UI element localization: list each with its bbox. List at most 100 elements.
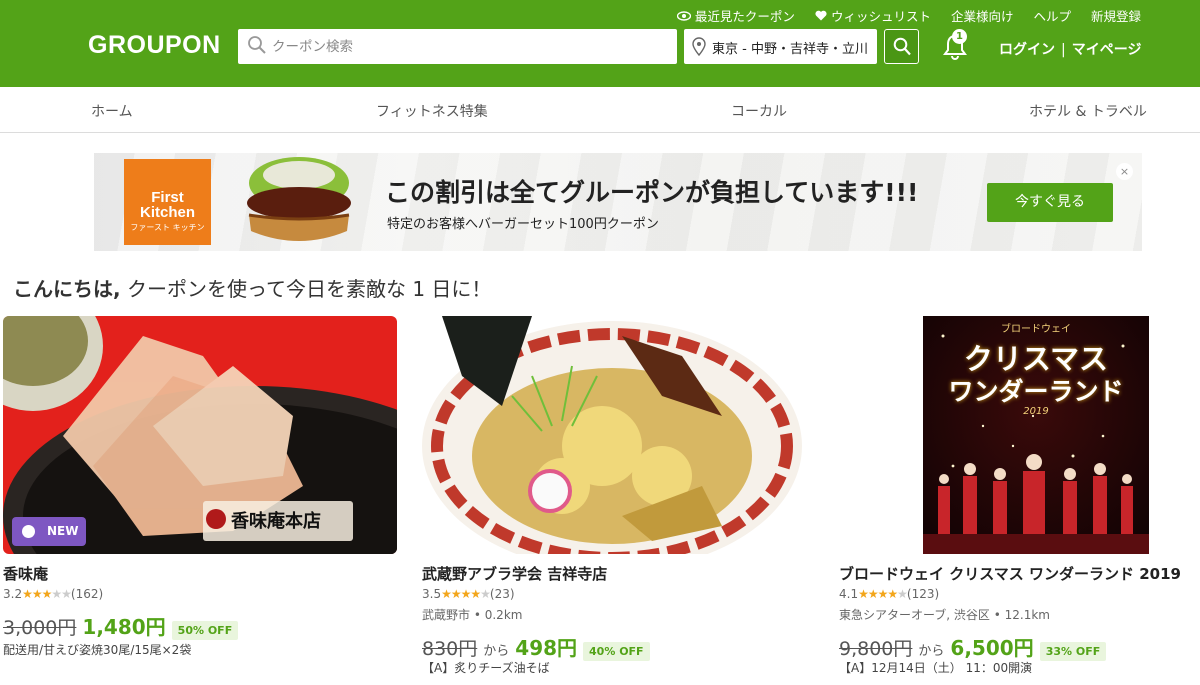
star-icon: ★ bbox=[441, 587, 452, 601]
star-rating: ★★★★★ bbox=[441, 587, 491, 601]
poster-top-text: ブロードウェイ bbox=[1001, 324, 1071, 335]
deal-rating: 3.2★★★★★(162) bbox=[3, 587, 103, 601]
discount-badge: 40% OFF bbox=[583, 642, 650, 661]
star-icon: ★ bbox=[450, 587, 462, 601]
deal-location: 東急シアターオーブ, 渋谷区 • 12.1km bbox=[839, 608, 1050, 622]
location-text: 東京 - 中野・吉祥寺・立川 bbox=[712, 42, 868, 57]
business-link[interactable]: 企業様向け bbox=[951, 6, 1014, 25]
nav-item-hotel-travel[interactable]: ホテル & トラベル bbox=[1029, 101, 1147, 121]
distance: 0.2km bbox=[484, 608, 523, 622]
close-icon[interactable]: × bbox=[1116, 163, 1133, 180]
rating-value: 4.1 bbox=[839, 587, 859, 601]
signup-link[interactable]: 新規登録 bbox=[1091, 6, 1141, 25]
burger-image bbox=[247, 157, 351, 241]
abura-soba-image bbox=[422, 316, 816, 554]
original-price: 3,000円 bbox=[3, 617, 77, 639]
review-count: (123) bbox=[906, 587, 940, 601]
star-icon: ★ bbox=[31, 587, 43, 601]
from-label: から bbox=[483, 644, 510, 659]
sale-price: 498円 bbox=[515, 636, 578, 660]
nav-item-local[interactable]: コーカル bbox=[731, 101, 787, 121]
star-icon: ★ bbox=[858, 587, 869, 601]
search-icon bbox=[248, 36, 266, 54]
deal-image-broadway[interactable]: ブロードウェイ クリスマス ワンダーランド 2019 bbox=[923, 316, 1149, 554]
greeting: こんにちは, クーポンを使って今日を素敵な 1 日に！ bbox=[13, 273, 491, 302]
wishlist-label: ウィッシュリスト bbox=[830, 9, 931, 24]
star-icon: ★ bbox=[877, 587, 889, 601]
promo-banner[interactable]: First Kitchen ファースト キッチン この割引は全てグルーポンが負担し… bbox=[94, 153, 1142, 251]
review-count: (23) bbox=[489, 587, 515, 601]
shop-name-overlay: 香味庵本店 bbox=[231, 511, 321, 532]
star-icon: ★ bbox=[460, 587, 472, 601]
deal-price: 9,800円 から 6,500円 33% OFF bbox=[839, 632, 1107, 661]
brand-line2: Kitchen bbox=[139, 204, 195, 221]
star-rating: ★★★★★ bbox=[22, 587, 72, 601]
original-price: 830円 bbox=[422, 638, 478, 660]
star-icon: ★ bbox=[61, 587, 72, 601]
star-icon: ★ bbox=[51, 587, 62, 601]
search-button[interactable] bbox=[884, 29, 919, 64]
search-box bbox=[238, 29, 677, 64]
deal-title[interactable]: ブロードウェイ クリスマス ワンダーランド 2019 bbox=[839, 563, 1181, 584]
poster-year: 2019 bbox=[1023, 406, 1049, 417]
recently-viewed-link[interactable]: 最近見たクーポン bbox=[676, 6, 795, 25]
star-icon: ★ bbox=[22, 587, 33, 601]
nav-item-fitness[interactable]: フィットネス特集 bbox=[376, 101, 488, 121]
location-selector[interactable]: 東京 - 中野・吉祥寺・立川 bbox=[684, 29, 877, 64]
deal-description: 【A】12月14日（土） 11：00開演 bbox=[839, 661, 1033, 675]
star-icon: ★ bbox=[41, 587, 53, 601]
new-badge-label: NEW bbox=[47, 524, 79, 538]
location-name: 武蔵野市 bbox=[422, 608, 471, 622]
deal-title[interactable]: 香味庵 bbox=[3, 563, 48, 584]
search-icon bbox=[893, 37, 911, 56]
nav-item-home[interactable]: ホーム bbox=[91, 101, 133, 121]
star-icon: ★ bbox=[470, 587, 481, 601]
from-label: から bbox=[918, 644, 945, 659]
search-input[interactable] bbox=[272, 29, 667, 64]
help-link[interactable]: ヘルプ bbox=[1033, 6, 1071, 25]
star-icon: ★ bbox=[480, 587, 491, 601]
new-badge: NEW bbox=[12, 517, 86, 546]
review-count: (162) bbox=[70, 587, 104, 601]
wishlist-link[interactable]: ウィッシュリスト bbox=[815, 6, 931, 25]
brand-sub: ファースト キッチン bbox=[130, 223, 205, 232]
view-now-button[interactable]: 今すぐ見る bbox=[987, 183, 1113, 222]
deal-image-ramen[interactable] bbox=[422, 316, 816, 554]
discount-badge: 50% OFF bbox=[171, 621, 239, 640]
star-rating: ★★★★★ bbox=[858, 587, 908, 601]
sale-price: 1,480円 bbox=[82, 615, 166, 639]
sale-price: 6,500円 bbox=[950, 636, 1034, 660]
deal-description: 【A】炙りチーズ油そば bbox=[422, 661, 550, 675]
login-link[interactable]: ログイン bbox=[999, 42, 1055, 58]
mypage-link[interactable]: マイページ bbox=[1072, 42, 1142, 58]
account-separator: | bbox=[1061, 42, 1066, 58]
top-links: 最近見たクーポン ウィッシュリスト 企業様向け ヘルプ 新規登録 bbox=[676, 6, 1141, 25]
poster-line2: ワンダーランド bbox=[948, 377, 1124, 406]
header: GROUPON 最近見たクーポン ウィッシュリスト 企業様向け ヘルプ 新規登録… bbox=[0, 0, 1200, 87]
recently-viewed-label: 最近見たクーポン bbox=[694, 9, 795, 24]
notification-badge: 1 bbox=[952, 29, 967, 44]
account-links: ログイン | マイページ bbox=[999, 39, 1141, 59]
star-icon: ★ bbox=[887, 587, 898, 601]
star-icon: ★ bbox=[897, 587, 908, 601]
original-price: 9,800円 bbox=[839, 638, 913, 660]
first-kitchen-logo: First Kitchen ファースト キッチン bbox=[124, 159, 211, 245]
star-icon: ★ bbox=[867, 587, 879, 601]
rating-value: 3.2 bbox=[3, 587, 23, 601]
location-name: 東急シアターオーブ, 渋谷区 bbox=[839, 608, 990, 622]
eye-icon bbox=[676, 10, 691, 21]
greeting-bold: こんにちは, bbox=[13, 277, 121, 301]
deal-price: 830円 から 498円 40% OFF bbox=[422, 632, 650, 661]
groupon-logo[interactable]: GROUPON bbox=[88, 31, 221, 60]
banner-title: この割引は全てグルーポンが負担しています!!! bbox=[385, 178, 919, 207]
heart-icon bbox=[815, 10, 827, 21]
greeting-text: クーポンを使って今日を素敵な 1 日に！ bbox=[120, 277, 492, 301]
deal-description: 配送用/甘えび姿焼30尾/15尾×2袋 bbox=[3, 643, 192, 657]
location-pin-icon bbox=[692, 37, 706, 56]
distance: 12.1km bbox=[1004, 608, 1050, 622]
deal-location: 武蔵野市 • 0.2km bbox=[422, 608, 523, 622]
banner-subtitle: 特定のお客様へバーガーセット100円クーポン bbox=[387, 217, 659, 232]
deal-title[interactable]: 武蔵野アブラ学会 吉祥寺店 bbox=[422, 563, 607, 584]
deal-rating: 4.1★★★★★(123) bbox=[839, 587, 939, 601]
discount-badge: 33% OFF bbox=[1039, 642, 1107, 661]
